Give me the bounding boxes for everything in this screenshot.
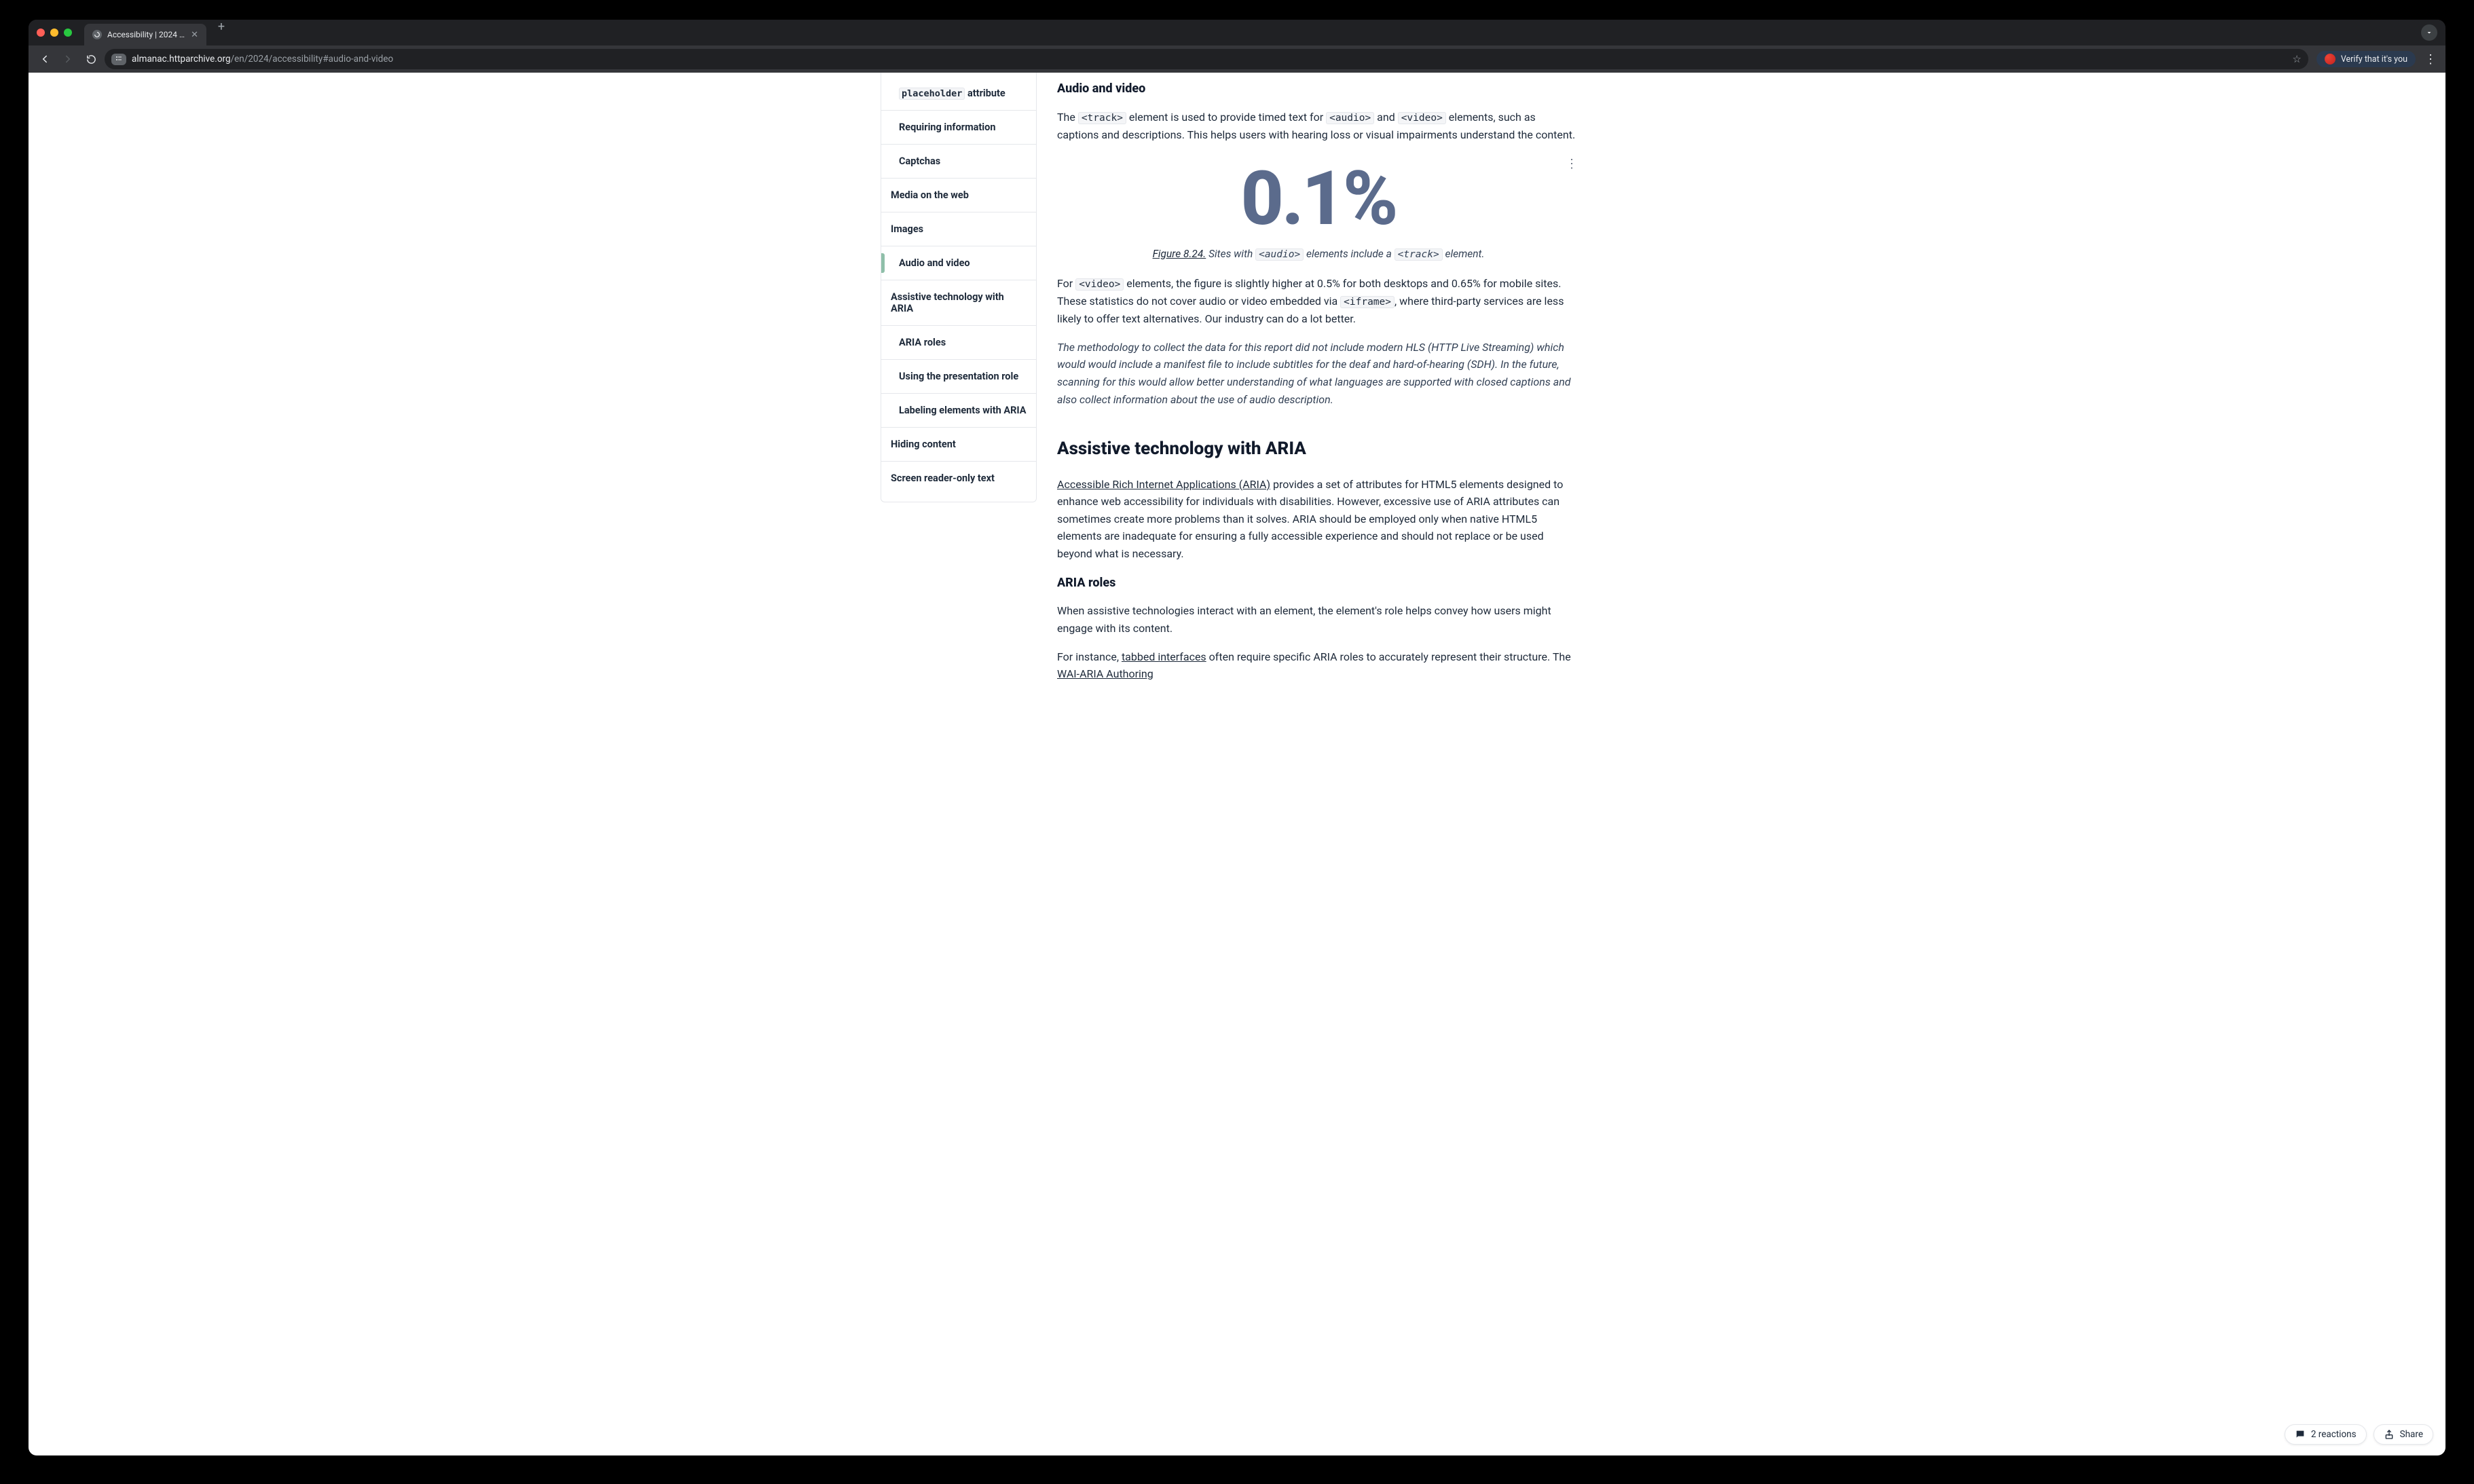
toc-item-label: ARIA roles (899, 337, 946, 348)
toc-item-captchas[interactable]: Captchas (881, 144, 1036, 178)
browser-tab-active[interactable]: Accessibility | 2024 | The Web ✕ (84, 24, 206, 45)
share-icon (2384, 1429, 2395, 1440)
toc-item-hiding-content[interactable]: Hiding content (881, 427, 1036, 461)
article-content: Audio and video The <track> element is u… (1057, 73, 1593, 694)
comment-icon (2295, 1429, 2306, 1440)
nav-reload-button[interactable] (81, 50, 100, 69)
window-close-button[interactable] (37, 29, 45, 37)
tabs-dropdown-button[interactable] (2421, 24, 2437, 41)
text: and (1374, 111, 1398, 124)
toc-item-label: Assistive technology with ARIA (891, 291, 1004, 314)
text: element. (1443, 248, 1485, 260)
paragraph: For <video> elements, the figure is slig… (1057, 275, 1580, 328)
tab-close-icon[interactable]: ✕ (191, 30, 198, 40)
figure-bignum: 0.1% (1057, 155, 1580, 240)
reactions-button[interactable]: 2 reactions (2285, 1424, 2367, 1445)
profile-verify-label: Verify that it's you (2341, 54, 2407, 64)
code-audio: <audio> (1255, 248, 1304, 261)
heading-assistive-aria: Assistive technology with ARIA (1057, 435, 1580, 464)
paragraph: When assistive technologies interact wit… (1057, 602, 1580, 637)
toc-item-label: attribute (965, 88, 1005, 99)
code-track: <track> (1078, 112, 1126, 124)
text: often require specific ARIA roles to acc… (1206, 650, 1571, 663)
methodology-note: The methodology to collect the data for … (1057, 339, 1580, 408)
window-zoom-button[interactable] (64, 29, 72, 37)
tab-title: Accessibility | 2024 | The Web (107, 30, 185, 39)
browser-window: Accessibility | 2024 | The Web ✕ + alman… (29, 20, 2445, 1455)
toc-item-label: Using the presentation role (899, 371, 1018, 382)
paragraph: Accessible Rich Internet Applications (A… (1057, 476, 1580, 563)
paragraph: For instance, tabbed interfaces often re… (1057, 648, 1580, 683)
share-label: Share (2400, 1429, 2423, 1440)
text: element is used to provide timed text fo… (1126, 111, 1326, 124)
address-bar-url: almanac.httparchive.org/en/2024/accessib… (132, 54, 2287, 64)
toc-item-placeholder-attr[interactable]: placeholder attribute (881, 77, 1036, 110)
toc-item-audio-video[interactable]: Audio and video (881, 246, 1036, 280)
text: Sites with (1206, 248, 1255, 260)
toc-item-label: Requiring information (899, 122, 995, 133)
text: For (1057, 277, 1075, 290)
toc-item-label: Media on the web (891, 189, 969, 201)
window-titlebar: Accessibility | 2024 | The Web ✕ + (29, 20, 2445, 45)
paragraph: The <track> element is used to provide t… (1057, 109, 1580, 144)
code-audio: <audio> (1326, 112, 1374, 124)
toc-item-label: Labeling elements with ARIA (899, 405, 1027, 416)
toc-item-label: Captchas (899, 155, 940, 167)
toc-item-media[interactable]: Media on the web (881, 178, 1036, 212)
profile-verify-button[interactable]: Verify that it's you (2316, 51, 2416, 67)
toc-item-aria-roles[interactable]: ARIA roles (881, 325, 1036, 359)
link-tabbed-interfaces[interactable]: tabbed interfaces (1122, 650, 1206, 663)
window-traffic-lights (37, 29, 72, 37)
heading-aria-roles: ARIA roles (1057, 574, 1580, 593)
code-iframe: <iframe> (1340, 296, 1395, 308)
text: For instance, (1057, 650, 1122, 663)
toc-item-requiring-info[interactable]: Requiring information (881, 110, 1036, 144)
code-video: <video> (1075, 278, 1124, 291)
heading-audio-video: Audio and video (1057, 79, 1580, 99)
page-viewport: placeholder attribute Requiring informati… (29, 73, 2445, 1455)
reactions-label: 2 reactions (2311, 1429, 2357, 1440)
toc-item-label: Audio and video (899, 257, 970, 269)
code-track: <track> (1395, 248, 1443, 261)
link-wai-aria-authoring[interactable]: WAI-ARIA Authoring (1057, 667, 1153, 680)
toc-item-sr-only[interactable]: Screen reader-only text (881, 461, 1036, 495)
figure-label-link[interactable]: Figure 8.24. (1153, 248, 1206, 260)
link-aria-spec[interactable]: Accessible Rich Internet Applications (A… (1057, 478, 1270, 491)
toc-sidebar: placeholder attribute Requiring informati… (881, 73, 1037, 502)
browser-toolbar: almanac.httparchive.org/en/2024/accessib… (29, 45, 2445, 73)
toc-item-images[interactable]: Images (881, 212, 1036, 246)
tab-strip: Accessibility | 2024 | The Web ✕ + (84, 20, 229, 45)
toc-item-label: Hiding content (891, 439, 956, 450)
bookmark-star-icon[interactable]: ☆ (2292, 53, 2301, 65)
toc-item-presentation-role[interactable]: Using the presentation role (881, 359, 1036, 393)
toc-item-label: Images (891, 223, 923, 235)
tab-favicon-icon (92, 30, 102, 39)
code-video: <video> (1398, 112, 1446, 124)
browser-menu-button[interactable]: ⋮ (2422, 52, 2439, 67)
figure-caption: Figure 8.24. Sites with <audio> elements… (1057, 246, 1580, 263)
url-path: /en/2024/accessibility#audio-and-video (231, 54, 394, 64)
url-host: almanac.httparchive.org (132, 54, 231, 64)
floating-actions: 2 reactions Share (2285, 1424, 2433, 1445)
code-token: placeholder (899, 88, 965, 100)
figure-menu-button[interactable]: ⋮ (1564, 155, 1580, 174)
profile-avatar-icon (2325, 54, 2335, 64)
nav-back-button[interactable] (35, 50, 54, 69)
nav-forward-button[interactable] (58, 50, 77, 69)
toc-item-labeling-aria[interactable]: Labeling elements with ARIA (881, 393, 1036, 427)
text: The (1057, 111, 1078, 124)
window-minimize-button[interactable] (50, 29, 58, 37)
address-bar[interactable]: almanac.httparchive.org/en/2024/accessib… (105, 49, 2308, 69)
new-tab-button[interactable]: + (213, 20, 229, 45)
site-info-icon[interactable] (111, 54, 126, 65)
text: elements include a (1304, 248, 1394, 260)
share-button[interactable]: Share (2374, 1424, 2433, 1445)
toc-item-aria[interactable]: Assistive technology with ARIA (881, 280, 1036, 325)
toc-item-label: Screen reader-only text (891, 472, 995, 484)
figure-8-24: ⋮ 0.1% Figure 8.24. Sites with <audio> e… (1057, 155, 1580, 263)
